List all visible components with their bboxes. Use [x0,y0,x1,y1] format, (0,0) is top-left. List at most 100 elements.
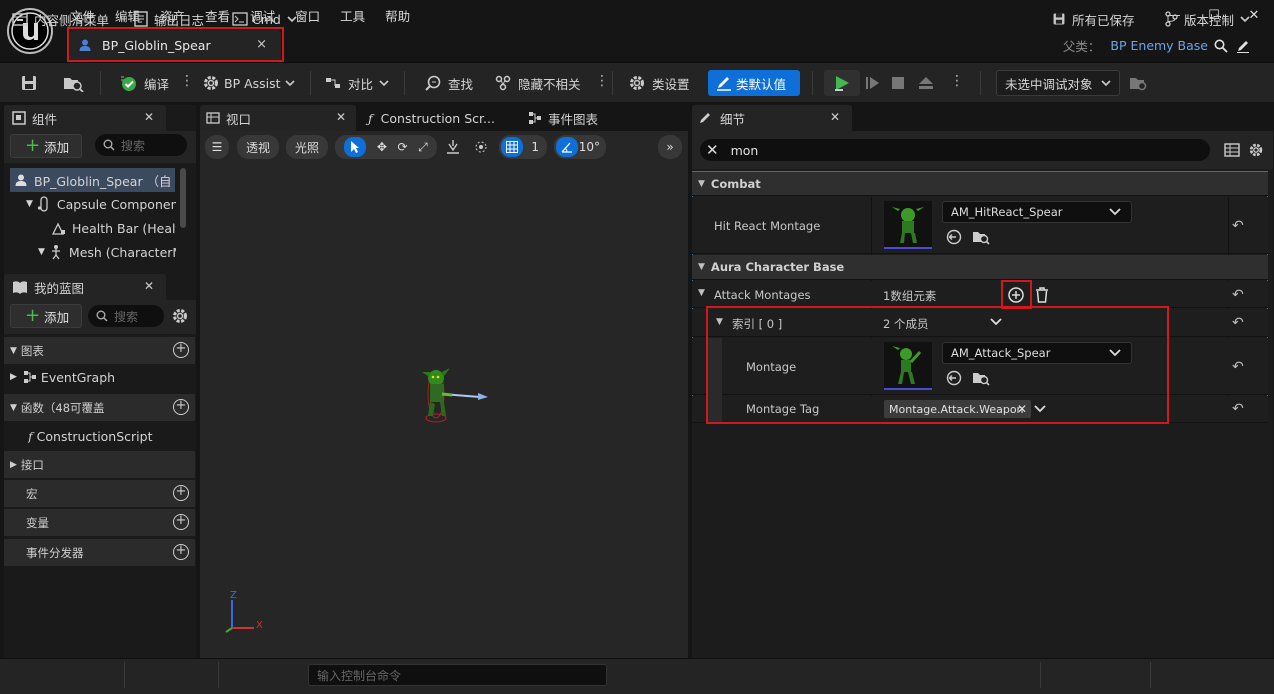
browse-asset-icon[interactable] [58,70,88,96]
close-icon[interactable]: ✕ [830,110,840,124]
bp-assist-button[interactable]: BP Assist [198,70,299,96]
expand-arrow-icon[interactable]: ▼ [698,288,705,298]
class-settings-button[interactable]: 类设置 [624,70,694,96]
output-log-button[interactable]: 输出日志 [134,8,204,30]
montage-thumbnail[interactable] [884,342,932,390]
parent-class-link[interactable]: BP Enemy Base [1110,38,1208,53]
delete-trash-icon[interactable] [1034,286,1050,304]
more-options-icon[interactable]: ⋮ [595,73,609,89]
details-settings-icon[interactable] [1248,142,1264,158]
close-icon[interactable]: ✕ [144,279,154,293]
save-icon[interactable] [16,70,42,96]
find-button[interactable]: 查找 [420,70,477,96]
table-view-icon[interactable] [1224,143,1240,157]
surface-snap-icon[interactable] [443,135,463,159]
details-search-input[interactable]: ✕ mon [700,139,1210,161]
components-search-input[interactable]: 搜索 [95,134,187,156]
clear-search-icon[interactable]: ✕ [706,141,719,159]
move-tool-icon[interactable]: ✥ [377,140,387,154]
close-icon[interactable]: ✕ [336,110,346,124]
construction-script-tab[interactable]: ƒ Construction Scr... [362,105,510,131]
debug-target-dropdown[interactable]: 未选中调试对象 [996,70,1120,96]
edit-pencil-icon[interactable] [1236,39,1250,53]
lit-button[interactable]: 光照 [286,135,328,159]
class-defaults-button[interactable]: 类默认值 [708,70,800,96]
source-control-button[interactable]: 版本控制 [1164,8,1250,30]
tab-close-icon[interactable]: × [256,37,267,52]
add-variable-icon[interactable]: + [173,514,189,530]
dispatchers-section[interactable]: 事件分发器 + [4,539,195,566]
chevron-down-icon[interactable] [990,318,1002,326]
scale-tool-icon[interactable]: ⤢ [418,140,428,155]
reset-to-default-icon[interactable]: ↶ [1232,218,1244,234]
rotate-tool-icon[interactable]: ⟳ [397,140,407,154]
use-selected-asset-icon[interactable] [946,229,962,245]
reset-to-default-icon[interactable]: ↶ [1232,401,1244,417]
combat-category[interactable]: ▼ Combat [692,172,1268,196]
my-blueprint-search-input[interactable]: 搜索 [88,305,164,327]
hit-react-thumbnail[interactable] [884,201,932,249]
montage-tag-chip[interactable]: Montage.Attack.Weapon ✕ [884,400,1031,418]
eject-button[interactable] [913,70,939,96]
component-root[interactable]: BP_Globlin_Spear （自 [10,168,175,192]
variables-section[interactable]: 变量 + [4,509,195,536]
play-button[interactable] [824,70,860,96]
search-icon[interactable] [1214,39,1228,53]
remove-tag-icon[interactable]: ✕ [1017,402,1027,416]
viewport-tab[interactable]: 视口 ✕ [200,105,356,131]
hide-unrelated-button[interactable]: 隐藏不相关 [490,70,585,96]
my-blueprint-tab[interactable]: 我的蓝图 ✕ [4,274,166,300]
close-icon[interactable]: ✕ [144,110,154,124]
menu-tools[interactable]: 工具 [330,6,375,24]
compile-options-icon[interactable]: ⋮ [180,73,194,89]
chevron-down-icon[interactable] [1034,405,1046,413]
use-selected-asset-icon[interactable] [946,370,962,386]
reset-to-default-icon[interactable]: ↶ [1232,359,1244,375]
construction-script-item[interactable]: ƒ ConstructionScript [28,424,193,448]
asset-tab[interactable]: BP_Globlin_Spear × [70,30,281,60]
all-saved-button[interactable]: 所有已保存 [1052,8,1135,30]
stop-button[interactable] [886,70,910,96]
aura-category[interactable]: ▼ Aura Character Base [692,255,1268,280]
settings-gear-icon[interactable] [171,307,189,325]
interfaces-section[interactable]: ▶ 接口 [4,451,195,478]
components-scrollbar[interactable] [180,168,186,228]
component-mesh[interactable]: ▼ Mesh (CharacterM [38,240,176,264]
my-blueprint-add-button[interactable]: + 添加 [10,304,82,328]
functions-section[interactable]: ▼ 函数（48可覆盖 + [4,394,195,421]
details-tab[interactable]: 细节 ✕ [692,105,852,131]
expand-arrow-icon[interactable]: ▼ [716,317,723,327]
menu-help[interactable]: 帮助 [375,6,420,24]
step-button[interactable] [860,70,886,96]
browse-asset-icon[interactable] [972,229,990,245]
world-local-icon[interactable] [470,135,492,159]
montage-asset-dropdown[interactable]: AM_Attack_Spear [942,342,1132,364]
component-capsule[interactable]: ▼ Capsule Component [26,192,176,216]
add-macro-icon[interactable]: + [173,485,189,501]
components-add-button[interactable]: + 添加 [10,134,82,158]
reset-to-default-icon[interactable]: ↶ [1232,315,1244,331]
event-graph-item[interactable]: ▶ EventGraph [10,365,190,389]
reset-to-default-icon[interactable]: ↶ [1232,287,1244,303]
angle-snap-control[interactable]: 10° [554,135,606,159]
macros-section[interactable]: 宏 + [4,480,195,507]
select-tool-icon[interactable] [344,137,367,157]
viewport-expand-button[interactable]: » [658,135,682,159]
components-tab[interactable]: 组件 ✕ [4,105,166,131]
add-dispatcher-icon[interactable]: + [173,544,189,560]
add-graph-icon[interactable]: + [173,342,189,358]
component-health-bar[interactable]: Health Bar (Health [52,216,176,240]
viewport-menu-button[interactable]: ☰ [205,135,229,159]
console-input[interactable]: 输入控制台命令 [308,664,607,686]
add-function-icon[interactable]: + [173,399,189,415]
goblin-character-preview[interactable] [418,360,490,426]
hit-react-asset-dropdown[interactable]: AM_HitReact_Spear [942,201,1132,223]
grid-snap-control[interactable]: 1 [499,135,547,159]
compile-button[interactable]: 编译 [114,70,173,96]
content-drawer-button[interactable]: 内容侧滑菜单 [12,8,109,30]
perspective-button[interactable]: 透视 [237,135,279,159]
browse-debug-icon[interactable] [1124,70,1152,96]
add-element-icon[interactable] [1007,286,1025,304]
event-graph-tab[interactable]: 事件图表 [526,105,626,131]
play-options-icon[interactable]: ⋮ [950,73,964,89]
